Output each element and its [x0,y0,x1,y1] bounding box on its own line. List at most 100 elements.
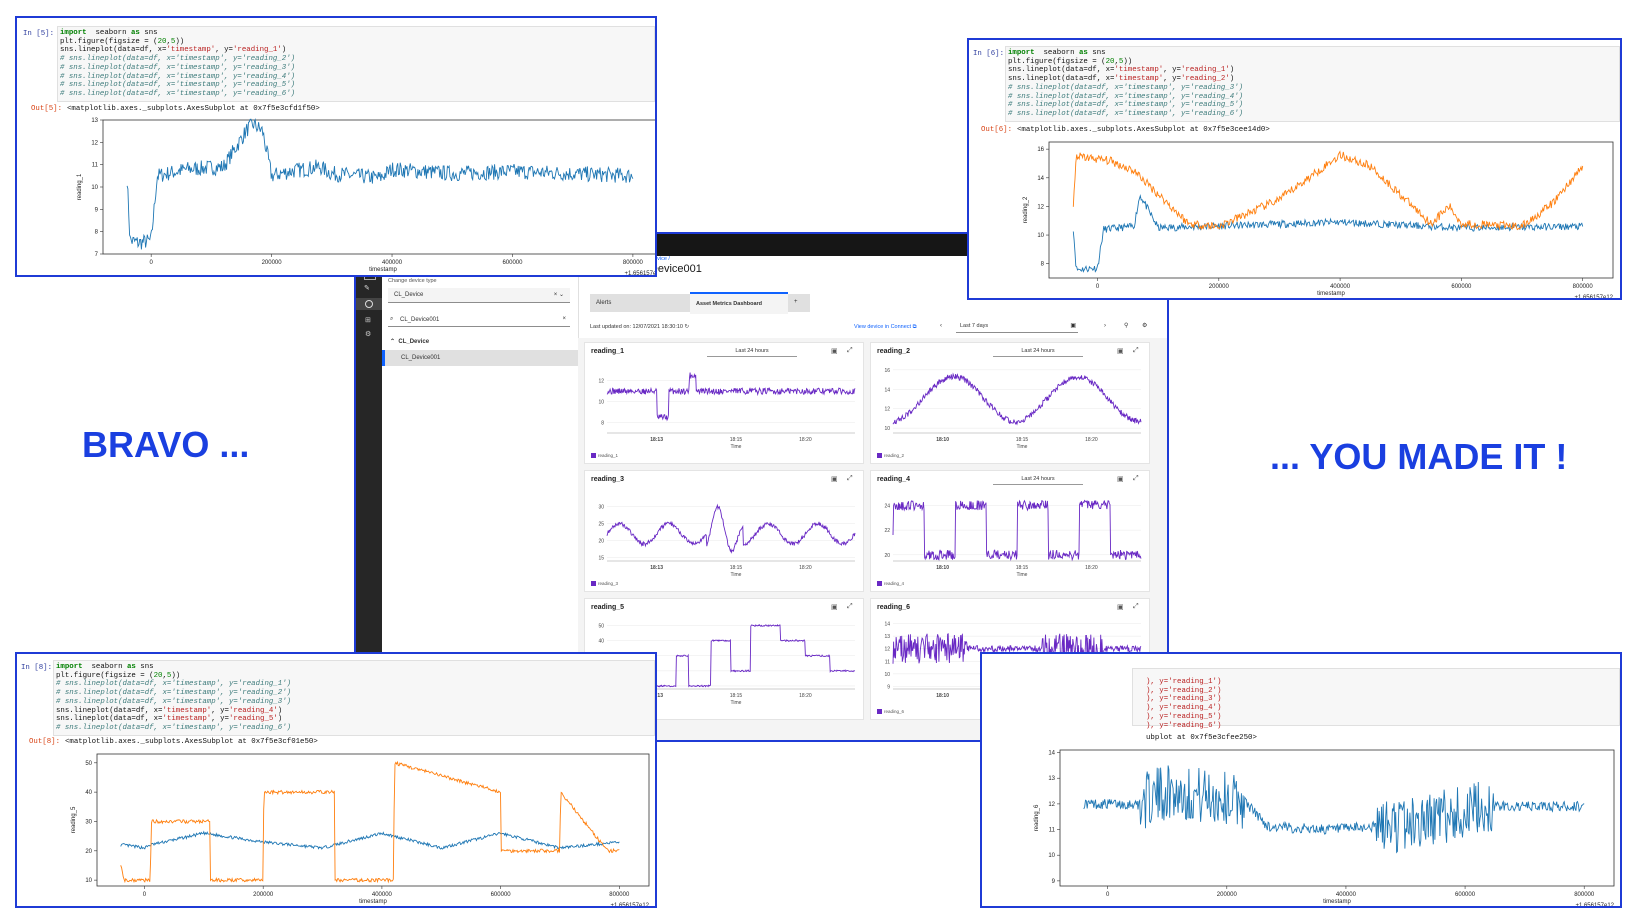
y-tick-label: 10 [598,400,604,406]
x-tick-label: 18:20 [799,693,812,699]
code-token: sns.lineplot(data=df, x= [1008,66,1115,75]
tab-bar: Alerts Asset Metrics Dashboard + [590,292,810,314]
clear-chevron-icon[interactable]: × ⌄ [554,291,564,298]
expand-icon[interactable]: ⤢ [1133,475,1139,483]
x-tick-label: 200000 [262,260,283,266]
y-tick-label: 12 [91,140,98,146]
headline-bravo: BRAVO ... [82,424,250,465]
pin-dashboard-icon[interactable]: ⚲ [1124,322,1128,329]
card-title: reading_5 [591,604,625,611]
clear-search-icon[interactable]: × [562,316,566,322]
view-device-link[interactable]: View device in Connect ⧉ [854,324,917,331]
date-range-value: Last 7 days [960,323,989,329]
code-token: , y= [215,46,233,55]
code-token: ), y='reading_5') [1146,712,1222,721]
code-token: 'reading_5' [229,715,278,724]
device-type-select[interactable]: CL_Device × ⌄ [388,288,570,303]
next-arrow-icon[interactable]: › [1104,323,1106,329]
y-tick-label: 11 [92,163,99,169]
x-tick-label: 18:15 [730,565,743,571]
calendar-icon[interactable]: ▣ [1117,603,1124,611]
code-token: as [130,29,140,37]
y-tick-label: 10 [1037,233,1044,239]
card-title: reading_3 [591,476,625,483]
x-tick-label: 400000 [382,260,403,266]
code-token: )) [175,37,185,46]
card-legend: reading_2 [877,453,904,459]
legend-swatch [877,709,882,715]
x-tick-label: 0 [1096,284,1100,290]
y-tick-label: 20 [884,553,890,559]
view-device-link-label: View device in Connect [854,324,912,330]
expand-icon[interactable]: ⤢ [847,347,853,355]
code-token: # sns.lineplot(data=df, x='timestamp', y… [1008,101,1244,110]
prev-arrow-icon[interactable]: ‹ [940,323,942,329]
expand-icon[interactable]: ⤢ [1133,347,1139,355]
code-token: # sns.lineplot(data=df, x='timestamp', y… [60,72,296,81]
legend-swatch [591,453,596,459]
code-token: as [1078,49,1088,57]
code-token: seaborn [1034,49,1079,57]
code-token: # sns.lineplot(data=df, x='timestamp', y… [56,723,292,732]
legend-swatch [877,581,882,587]
y-tick-label: 10 [1048,853,1055,859]
x-tick-label: 200000 [1209,284,1230,290]
y-tick-label: 25 [598,522,604,528]
code-token: , y= [211,715,229,724]
expand-icon[interactable]: ⤢ [847,603,853,611]
x-tick-label: 18:13 [650,437,663,443]
y-axis-label: reading_5 [71,806,77,833]
calendar-icon[interactable]: ▣ [1117,475,1124,483]
card-time-range[interactable]: Last 24 hours [993,476,1083,485]
y-tick-label: 13 [884,634,890,640]
x-tick-label: 600000 [1451,284,1472,290]
code-token: plt.figure(figsize = ( [60,37,158,46]
legend-label: reading_4 [884,581,905,586]
in-prompt: In [6]: [973,50,1005,58]
card-time-range[interactable]: Last 24 hours [707,348,797,357]
device-list-item[interactable]: CL_Device001 [382,350,578,366]
y-tick-label: 9 [95,207,99,213]
list-icon[interactable]: ⊞ [365,316,371,324]
x-tick-label: 400000 [1330,284,1351,290]
calendar-icon[interactable]: ▣ [831,347,838,355]
device-group[interactable]: ⌃ CL_Device [390,338,429,345]
y-tick-label: 22 [884,528,890,534]
card-time-range[interactable]: Last 24 hours [993,348,1083,357]
y-tick-label: 10 [884,672,890,678]
y-tick-label: 40 [598,639,604,645]
y-tick-label: 9 [887,684,890,690]
active-rail-item[interactable] [356,298,382,310]
calendar-icon[interactable]: ▣ [1117,347,1124,355]
add-tab-button[interactable]: + [794,299,798,305]
notebook-cell-reading6: ), y='reading_1') ), y='reading_2') ), y… [980,652,1622,908]
in-prompt: In [5]: [23,30,55,38]
device-type-value: CL_Device [394,292,424,298]
x-axis-label: timestamp [359,899,387,905]
refresh-icon[interactable]: ↻ [685,324,690,330]
x-tick-label: 600000 [491,892,512,898]
expand-icon[interactable]: ⤢ [1133,603,1139,611]
code-token: sns.lineplot(data=df, x= [56,715,163,724]
output-text: ubplot at 0x7f5e3cfee250> [1146,734,1257,742]
y-tick-label: 30 [85,819,92,825]
tab-asset-metrics[interactable]: Asset Metrics Dashboard [690,292,788,314]
calendar-icon[interactable]: ▣ [831,603,838,611]
device-search-input[interactable]: ⌕ CL_Device001 × [388,314,570,327]
expand-icon[interactable]: ⤢ [847,475,853,483]
card-chart: 16 14 12 10 18:10 18:15 18:20 Time [884,368,1142,449]
code-token: 'reading_1' [233,46,282,55]
card-title: reading_1 [591,348,625,355]
calendar-icon[interactable]: ▣ [831,475,838,483]
pin-icon[interactable]: ✎ [364,284,372,292]
settings-icon[interactable]: ⚙ [365,330,371,338]
date-range-picker[interactable]: Last 7 days ▣ [956,320,1078,333]
x-tick-label: 18:10 [936,693,949,699]
x-tick-label: 18:20 [1085,565,1098,571]
settings-gear-icon[interactable]: ⚙ [1142,322,1147,329]
tab-alerts[interactable]: Alerts [596,300,611,306]
chart-reading-5: 50 40 30 20 10 0 200000 400000 600000 800000 times… [71,753,650,906]
plot-area [1059,749,1615,887]
code-token: sns.lineplot(data=df, x= [60,46,167,55]
code-token: seaborn [82,663,127,671]
